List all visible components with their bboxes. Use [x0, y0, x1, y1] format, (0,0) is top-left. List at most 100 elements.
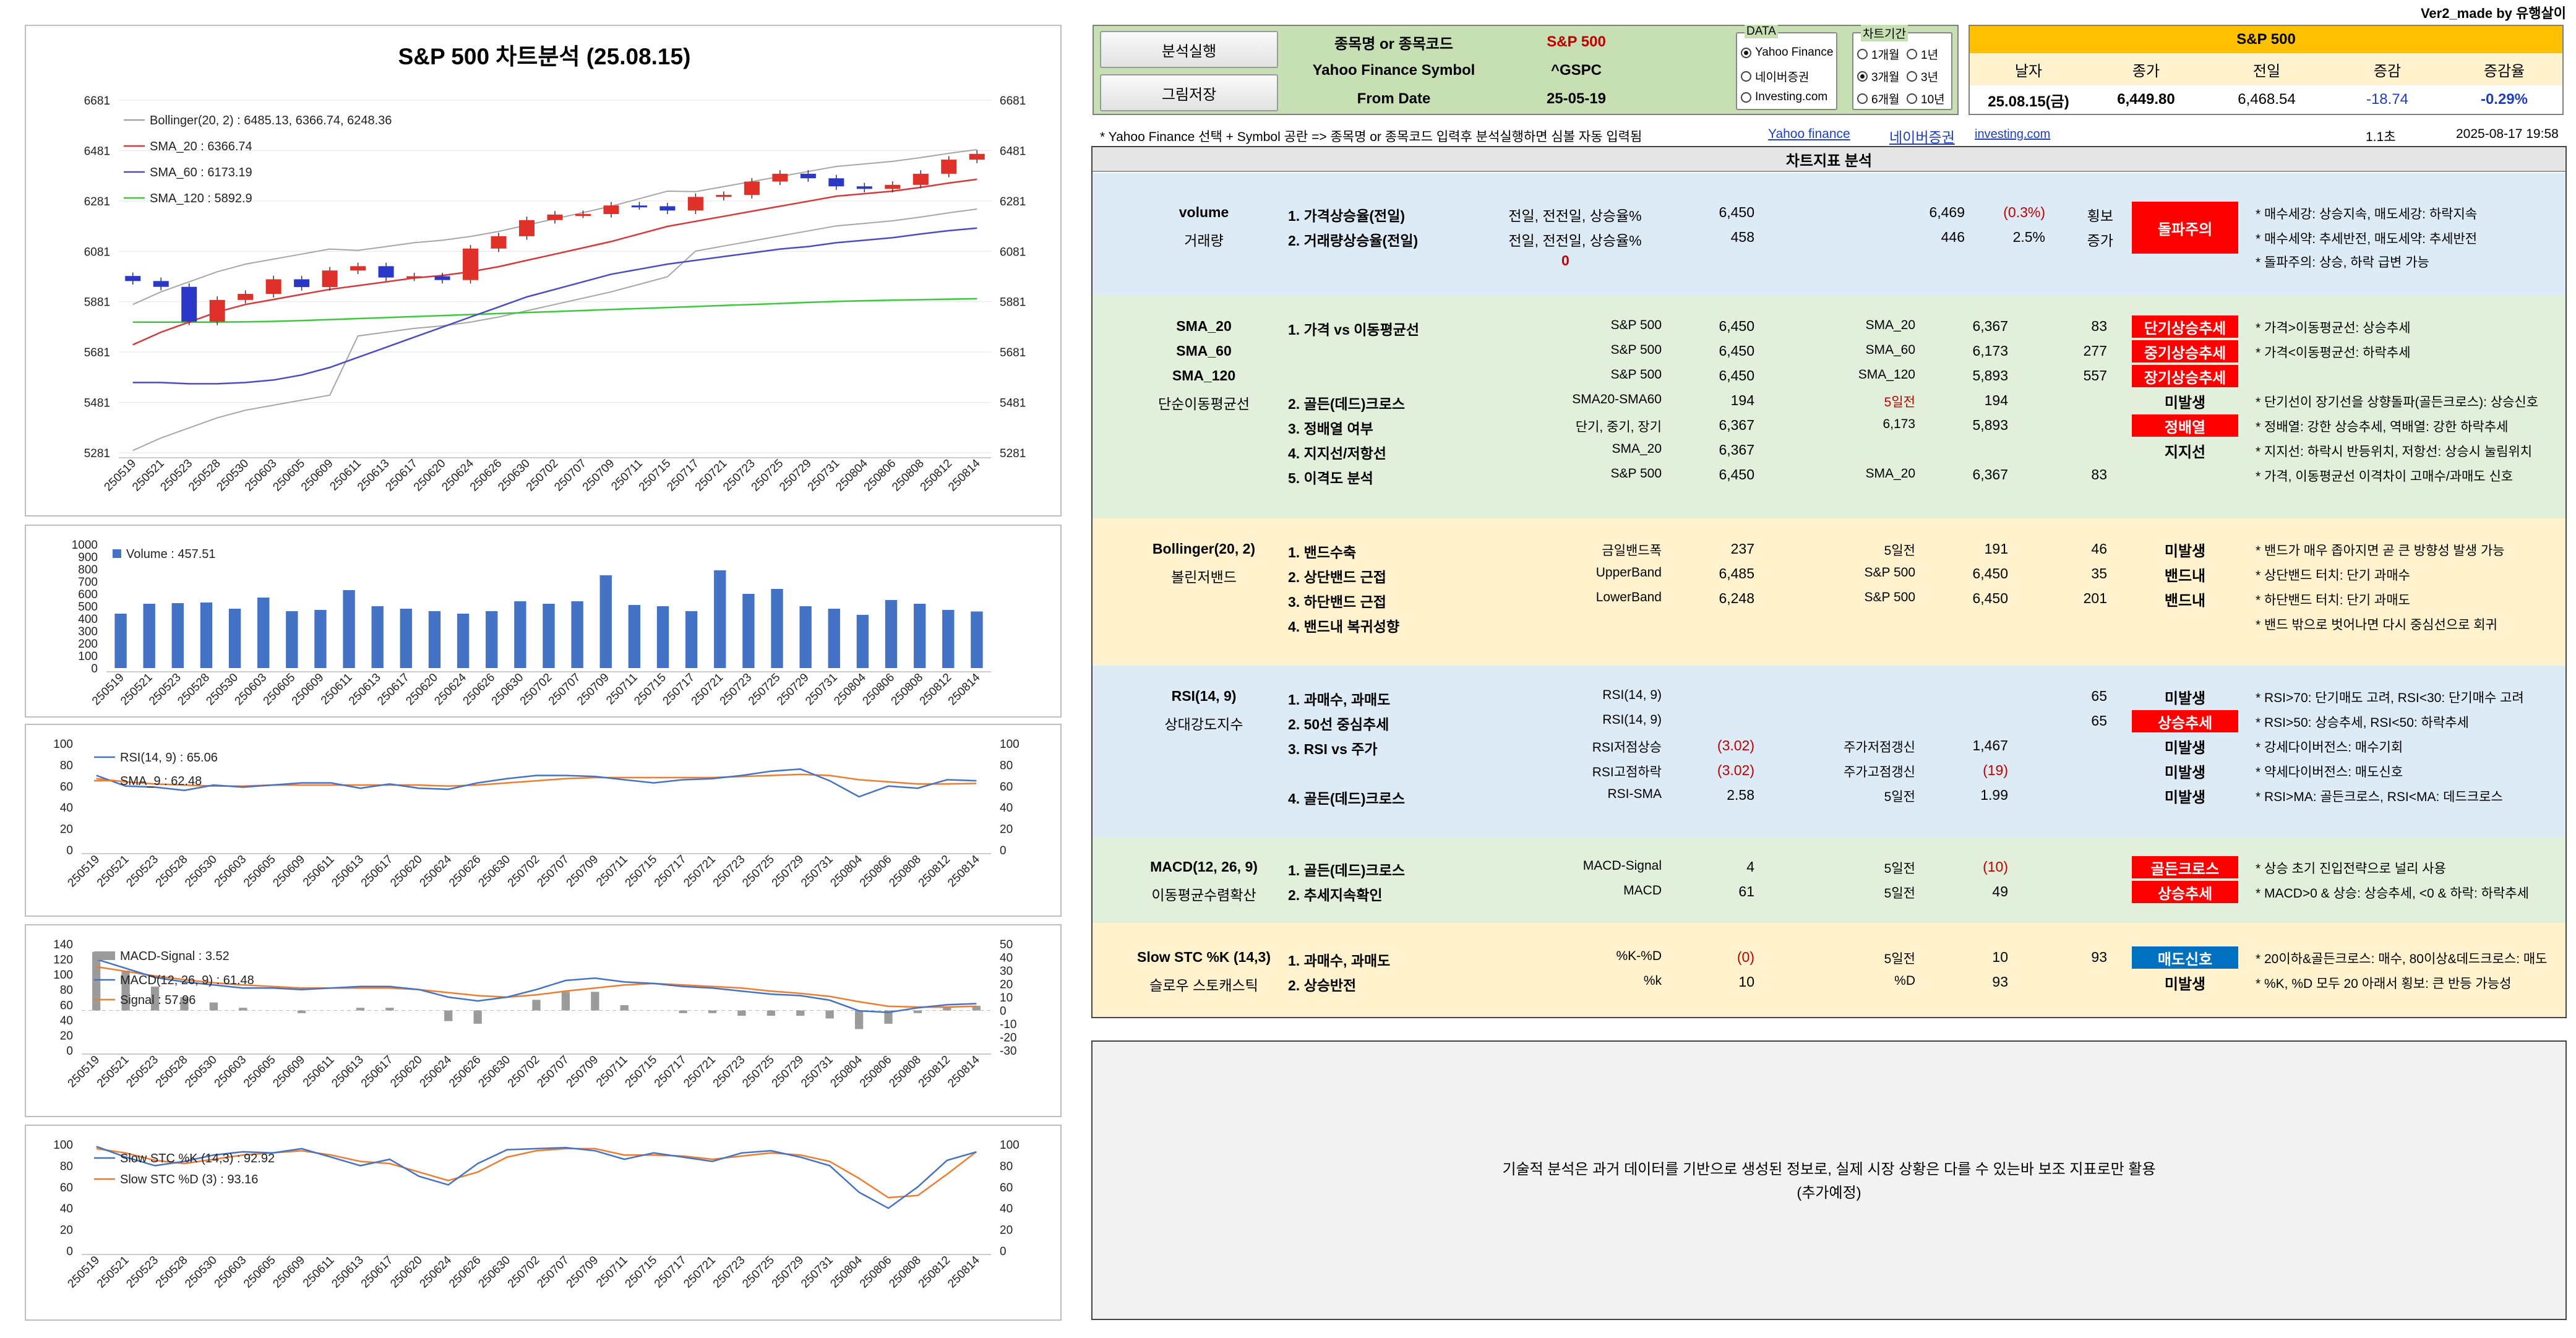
boll_sec-note: * 상단밴드 터치: 단기 과매수 [2256, 568, 2410, 583]
rsi_sec-row-status: 미발생 [2164, 690, 2206, 707]
link-naver[interactable]: 네이버증권 [1889, 126, 1955, 147]
analysis-title: 차트지표 분석 [1093, 147, 2565, 172]
macd-hist-bar [796, 1010, 805, 1016]
x-tick-label: 250812 [916, 1254, 953, 1291]
x-tick-label: 250709 [564, 853, 601, 890]
stock-name-value[interactable]: S&P 500 [1496, 28, 1657, 56]
x-tick-label: 250603 [212, 1254, 249, 1291]
rsi_sec-row-value2: 1.99 [1980, 787, 2008, 803]
y-tick-label-right: 40 [1000, 952, 1013, 965]
link-yahoo-finance[interactable]: Yahoo finance [1768, 127, 1850, 142]
bollinger-section: Bollinger(20, 2) 볼린저밴드 1. 밴드수축 금일밴드폭 237 5일전 1… [1093, 518, 2565, 666]
link-investing[interactable]: investing.com [1975, 127, 2050, 142]
y-tick-label-right: 0 [1000, 1005, 1007, 1018]
y-tick-label-left: 20 [60, 823, 73, 836]
macd-hist-bar [298, 1010, 306, 1013]
x-tick-label: 250711 [594, 1254, 630, 1290]
y-tick-label-right: -10 [1000, 1018, 1016, 1031]
data-source-yahoo[interactable]: Yahoo Finance [1741, 46, 1833, 59]
candle-body [631, 205, 647, 208]
candle-body [772, 173, 788, 182]
volume-bar [856, 615, 869, 668]
candle-body [209, 299, 225, 322]
radio-label: Investing.com [1755, 90, 1828, 103]
radio-label: 1개월 [1871, 49, 1900, 62]
period-10y[interactable]: 10년 [1907, 90, 1945, 107]
sma_sec-row-desc1: S&P 500 [1610, 318, 1662, 332]
sma_sec-row-item: 3. 정배열 여부 [1288, 421, 1373, 437]
x-tick-label: 250804 [828, 1053, 865, 1090]
period-3m[interactable]: 3개월 [1857, 68, 1900, 85]
stc_sec-note: * %K, %D 모두 20 아래서 횡보: 큰 반등 가능성 [2256, 977, 2512, 991]
analysis-table: 차트지표 분석 volume 거래량 1. 가격상승율(전일) 전일, 전전일,… [1091, 146, 2567, 1018]
period-1y[interactable]: 1년 [1907, 46, 1938, 62]
volume-section: volume 거래량 1. 가격상승율(전일) 전일, 전전일, 상승율% 6,… [1093, 173, 2565, 296]
run-analysis-button[interactable]: 분석실행 [1100, 31, 1278, 68]
volume-bar [257, 598, 270, 668]
rsi_sec-note: * RSI>70: 단기매도 고려, RSI<30: 단기매수 고려 [2256, 691, 2524, 705]
macd-hist-bar [737, 1010, 746, 1016]
candle-body [547, 214, 563, 220]
y-tick-label-left: 5281 [84, 447, 110, 460]
sma_sec-row-desc2: SMA_60 [1865, 343, 1915, 357]
x-tick-label: 250729 [770, 853, 807, 890]
volume-title: volume [1179, 204, 1229, 220]
x-tick-label: 250717 [652, 1254, 689, 1291]
period-1m[interactable]: 1개월 [1857, 46, 1900, 62]
macd-hist-bar [385, 1008, 394, 1011]
x-tick-label: 250702 [505, 1254, 543, 1291]
sma-subtitle: 단순이동평균선 [1157, 396, 1250, 412]
sma_sec-row-desc2: 6,173 [1883, 417, 1915, 431]
boll_sec-row-value2: 6,450 [1972, 590, 2008, 606]
sma-name-1: SMA_60 [1176, 343, 1232, 359]
symbol-value[interactable]: ^GSPC [1496, 57, 1657, 84]
volume-bar [742, 594, 755, 668]
volume-note-1: * 매수세강: 상승지속, 매도세강: 하락지속 [2256, 207, 2478, 221]
candle-body [856, 186, 872, 189]
rsi_sec-note: * RSI>50: 상승추세, RSI<50: 하락추세 [2256, 716, 2469, 730]
radio-icon [1741, 71, 1751, 82]
volume-bar [599, 575, 612, 668]
stc_sec-row-desc2: 5일전 [1884, 952, 1915, 966]
volume-bar [457, 614, 470, 668]
candle-body [519, 220, 535, 236]
x-tick-label: 250721 [681, 1053, 718, 1091]
y-tick-label-left: 120 [53, 954, 73, 967]
save-image-button[interactable]: 그림저장 [1100, 74, 1278, 111]
sma_sec-row-value1: 6,450 [1719, 466, 1754, 482]
sma_sec-row-value1: 6,450 [1719, 343, 1754, 359]
x-tick-label: 250715 [623, 1053, 660, 1091]
period-6m[interactable]: 6개월 [1857, 90, 1900, 107]
macd_sec-row-value1: 4 [1746, 859, 1754, 875]
sma_sec-note: * 정배열: 강한 상승추세, 역배열: 강한 하락추세 [2256, 420, 2509, 434]
version-credit: Ver2_made by 유행살이 [2420, 6, 2566, 21]
stock-name-label: 종목명 or 종목코드 [1334, 35, 1453, 53]
y-tick-label-right: 5481 [1000, 397, 1026, 410]
from-date-value[interactable]: 25-05-19 [1496, 85, 1657, 113]
sma_sec-note: * 가격>이동평균선: 상승추세 [2256, 321, 2411, 335]
x-tick-label: 250530 [182, 853, 220, 890]
stoch-section: Slow STC %K (14,3) 슬로우 스토캐스틱 1. 과매수, 과매도 %K… [1093, 923, 2565, 1017]
x-tick-label: 250725 [740, 853, 777, 890]
volume-bar [286, 611, 298, 668]
volume-note-3: * 돌파주의: 상승, 하락 급변 가능 [2256, 255, 2429, 270]
candle-body [575, 214, 591, 217]
data-source-naver[interactable]: 네이버증권 [1741, 68, 1809, 85]
price-legend-0: Bollinger(20, 2) : 6485.13, 6366.74, 624… [150, 114, 392, 127]
volume-bar [314, 610, 327, 668]
y-tick-label-right: 20 [1000, 1224, 1013, 1237]
x-tick-label: 250702 [505, 1053, 543, 1091]
volume-bar [628, 605, 641, 668]
data-source-investing[interactable]: Investing.com [1741, 90, 1827, 104]
x-tick-label: 250711 [594, 853, 630, 890]
candle-body [912, 173, 929, 185]
stc_sec-row-item: 1. 과매수, 과매도 [1288, 953, 1391, 969]
x-tick-label: 250709 [575, 671, 612, 708]
rsi-line [96, 768, 977, 798]
x-tick-label: 250702 [505, 853, 543, 890]
x-tick-label: 250528 [153, 1254, 191, 1291]
x-tick-label: 250519 [66, 853, 103, 890]
rsi_sec-title: RSI(14, 9) [1171, 688, 1237, 704]
x-tick-label: 250806 [857, 1254, 895, 1291]
period-3y[interactable]: 3년 [1907, 68, 1938, 85]
